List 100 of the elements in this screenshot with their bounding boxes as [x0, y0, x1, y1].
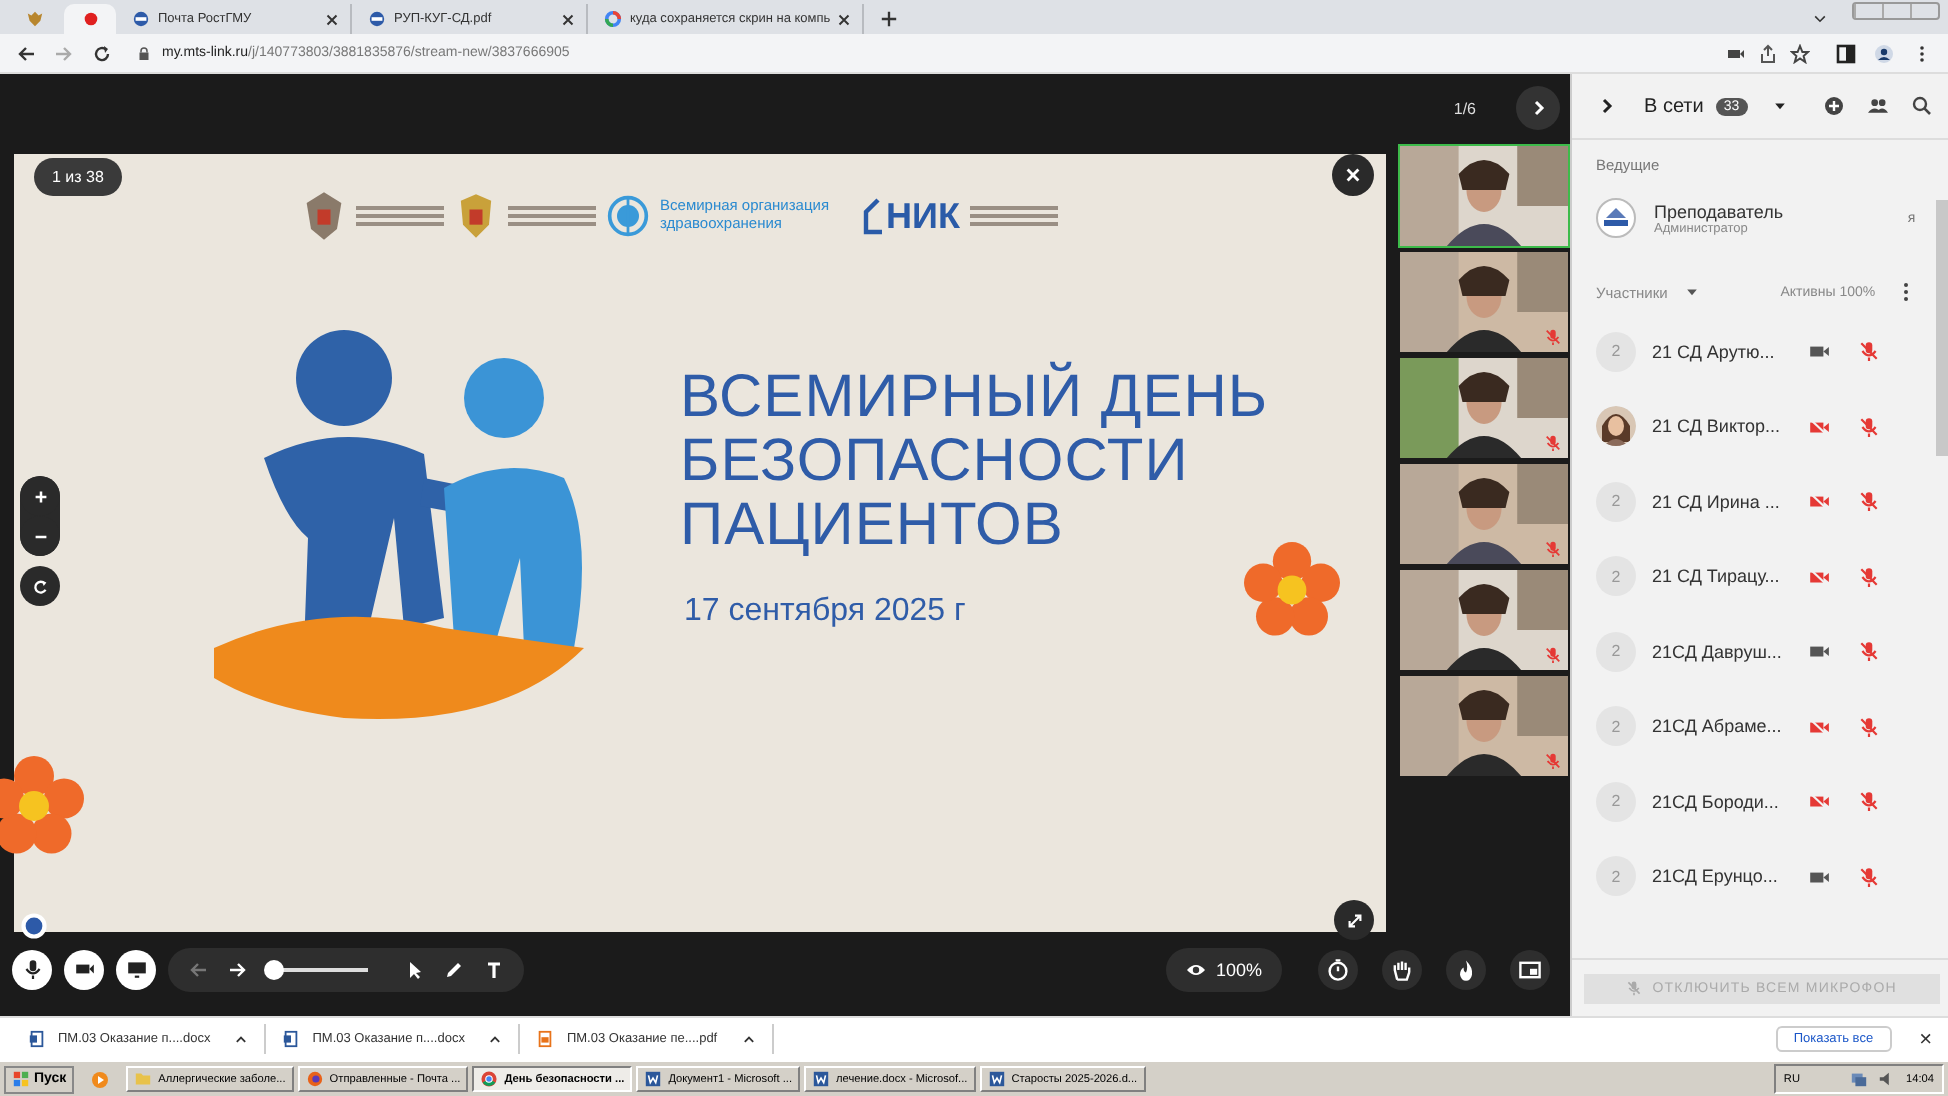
mic-off-icon[interactable] — [1858, 790, 1880, 813]
people-icon[interactable] — [1867, 96, 1888, 116]
redo-icon[interactable] — [228, 959, 248, 979]
chevron-down-icon[interactable] — [1812, 10, 1828, 26]
picture-in-picture-button[interactable] — [1510, 949, 1550, 989]
flame-icon — [1454, 957, 1478, 981]
participant-name: 21 СД Виктор... — [1652, 416, 1780, 437]
pdf-icon — [536, 1030, 555, 1048]
document-icon — [987, 1070, 1006, 1088]
participant-name: 21СД Абраме... — [1652, 716, 1780, 737]
camera-off-icon[interactable] — [1808, 790, 1830, 813]
network-icon[interactable] — [1850, 1070, 1868, 1088]
reload-icon[interactable] — [92, 43, 112, 63]
ministry-caption-drawing — [508, 206, 597, 226]
mic-off-icon — [1544, 434, 1562, 452]
close-icon[interactable] — [838, 13, 851, 25]
caret-icon[interactable] — [1683, 284, 1700, 300]
institute-caption-drawing — [969, 206, 1058, 226]
rotate-icon — [31, 577, 49, 595]
mic-off-icon[interactable] — [1858, 865, 1880, 888]
profile-icon[interactable] — [1874, 43, 1894, 63]
chevron-up-icon[interactable] — [741, 1032, 756, 1046]
close-button[interactable]: × — [1919, 1027, 1932, 1051]
participant-name: 21СД Ерунцо... — [1652, 866, 1780, 887]
avatar: 2 — [1596, 631, 1636, 672]
mic-off-icon[interactable] — [1858, 415, 1880, 438]
emblem-icon — [302, 190, 347, 242]
lock-icon — [138, 45, 150, 61]
caret-icon[interactable] — [1771, 98, 1788, 114]
next-button[interactable] — [1516, 86, 1560, 130]
close-button[interactable] — [1332, 154, 1374, 196]
participant-row[interactable]: 2 21 СД Арутю... — [1596, 314, 1916, 389]
mic-off-icon[interactable] — [1858, 490, 1880, 513]
folder-icon — [134, 1070, 153, 1088]
participant-row[interactable]: 2 21СД Бороди... — [1596, 764, 1916, 839]
share-icon[interactable] — [1758, 43, 1778, 63]
rotate-button[interactable] — [20, 566, 60, 606]
document-icon — [644, 1070, 663, 1088]
participant-name: 21 СД Арутю... — [1652, 341, 1777, 362]
search-icon[interactable] — [1911, 96, 1932, 116]
raise-hand-button[interactable] — [1382, 949, 1422, 989]
back-icon[interactable] — [16, 43, 36, 63]
record-icon — [81, 10, 99, 28]
chrome-icon — [480, 1070, 499, 1088]
mic-off-icon[interactable] — [1858, 565, 1880, 588]
timer-button[interactable] — [1318, 949, 1358, 989]
viewers-button[interactable]: 100% — [1165, 947, 1282, 991]
undo-icon[interactable] — [188, 959, 208, 979]
camera-off-icon[interactable] — [1808, 490, 1830, 513]
globe-icon — [606, 190, 651, 242]
new-tab-icon[interactable] — [880, 10, 899, 28]
document-icon — [282, 1030, 301, 1048]
close-icon — [1344, 166, 1362, 184]
mic-off-icon[interactable] — [1858, 340, 1880, 363]
stopwatch-icon — [1326, 957, 1350, 981]
emblem-icon — [368, 10, 386, 28]
participant-row[interactable]: 21 СД Виктор... — [1596, 389, 1916, 464]
slide-counter: 1 из 38 — [34, 158, 122, 196]
participant-row[interactable]: 2 21СД Абраме... — [1596, 689, 1916, 764]
chevron-up-icon[interactable] — [234, 1032, 249, 1046]
sidebar-icon[interactable] — [1836, 43, 1856, 63]
avatar: 2 — [1596, 781, 1636, 822]
windows-logo-icon — [12, 1070, 30, 1088]
pointer-icon[interactable] — [404, 959, 424, 979]
avatar: 2 — [1596, 331, 1636, 372]
mic-off-icon — [1626, 980, 1643, 996]
fullscreen-button[interactable] — [1334, 900, 1374, 940]
monitor-icon — [125, 958, 147, 980]
participant-row[interactable]: 2 21 СД Тирацу... — [1596, 539, 1916, 614]
avatar: 2 — [1596, 481, 1636, 522]
add-icon[interactable] — [1823, 96, 1844, 116]
mic-off-icon[interactable] — [1858, 640, 1880, 663]
star-icon[interactable] — [1790, 43, 1810, 63]
participant-row[interactable]: 2 21 СД Ирина ... — [1596, 464, 1916, 539]
screen-share-button[interactable] — [116, 949, 156, 989]
participant-row[interactable]: 2 21СД Ерунцо... — [1596, 839, 1916, 914]
text-tool-icon[interactable] — [484, 959, 504, 979]
avatar: 2 — [1596, 556, 1636, 597]
host-name: Преподаватель — [1654, 201, 1786, 221]
mic-off-icon — [1544, 540, 1562, 558]
mic-off-icon[interactable] — [1858, 715, 1880, 738]
slide-title: ПАЦИЕНТОВ — [680, 494, 1064, 558]
reactions-button[interactable] — [1446, 949, 1486, 989]
camera-button[interactable] — [64, 949, 104, 989]
emblem-icon — [132, 10, 150, 28]
browser-tab[interactable] — [64, 4, 116, 34]
emblem-icon — [20, 912, 48, 940]
microphone-button[interactable] — [12, 949, 52, 989]
flower-icon — [0, 756, 84, 856]
close-icon[interactable] — [562, 13, 574, 25]
slide-title: БЕЗОПАСНОСТИ — [680, 430, 1189, 494]
pen-icon[interactable] — [444, 959, 464, 979]
participant-row[interactable]: 2 21СД Давруш... — [1596, 614, 1916, 689]
close-icon[interactable] — [326, 13, 338, 25]
institute-logo-text: НИК — [886, 195, 960, 237]
flower-icon — [1244, 542, 1340, 638]
chevron-up-icon[interactable] — [488, 1032, 503, 1046]
eagle-icon — [25, 10, 43, 28]
picture-in-picture-icon — [1518, 957, 1542, 981]
participant-name: 21 СД Ирина ... — [1652, 491, 1780, 512]
